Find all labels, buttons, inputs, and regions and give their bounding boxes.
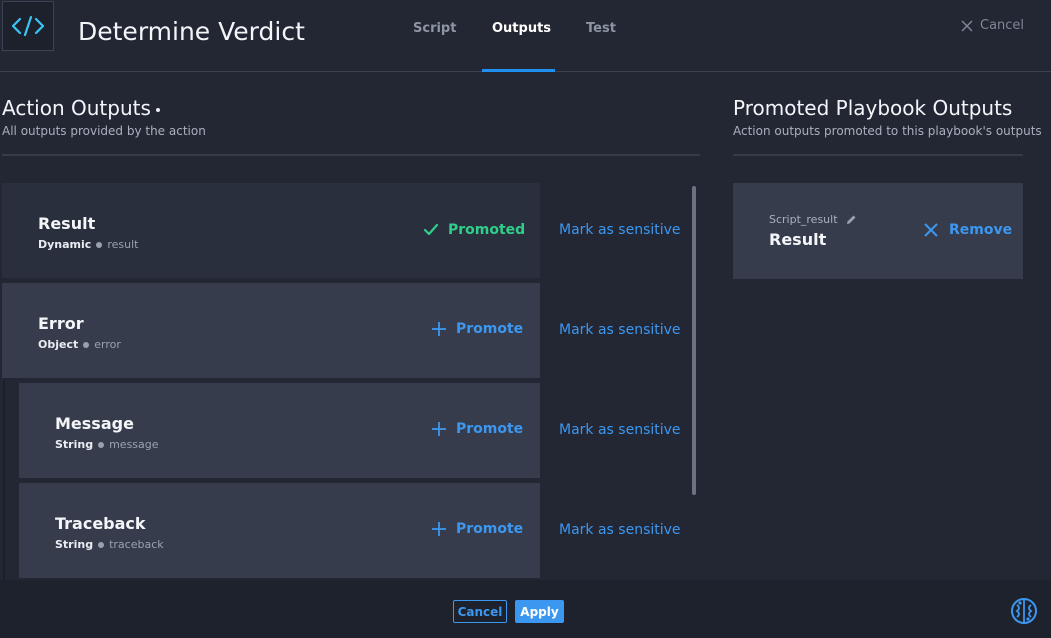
promote-label: Promote <box>456 421 524 437</box>
mark-sensitive-link-traceback[interactable]: Mark as sensitive <box>559 522 681 538</box>
remove-label: Remove <box>949 222 1013 238</box>
promoted-outputs-title: Promoted Playbook Outputs <box>733 96 1013 120</box>
promoted-alias-text: Script_result <box>769 213 838 226</box>
promoted-alias[interactable]: Script_result <box>769 213 857 226</box>
mark-sensitive-link-message[interactable]: Mark as sensitive <box>559 422 681 438</box>
output-name: Traceback <box>55 514 146 533</box>
dot-icon <box>98 441 105 448</box>
output-key: message <box>109 438 159 451</box>
tree-connector <box>3 381 5 581</box>
brain-icon[interactable] <box>1009 596 1039 626</box>
footer: Cancel Apply <box>0 580 1051 638</box>
action-outputs-title: Action Outputs <box>2 96 160 120</box>
output-meta: String traceback <box>55 538 164 551</box>
output-meta: String message <box>55 438 159 451</box>
output-row-error: Error Object error Promote <box>2 283 540 378</box>
output-type: String <box>55 438 94 451</box>
tab-script[interactable]: Script <box>413 21 456 36</box>
output-key: traceback <box>109 538 164 551</box>
promoted-label: Promoted <box>448 222 526 238</box>
output-name: Result <box>38 214 96 233</box>
x-icon <box>924 223 938 237</box>
dot-icon <box>98 541 105 548</box>
check-icon <box>423 223 439 236</box>
header-cancel-button[interactable]: Cancel <box>961 18 1024 33</box>
output-row-message: Message String message Promote <box>19 383 540 478</box>
right-divider <box>733 154 1023 156</box>
promoted-output-card: Script_result Result Remove <box>733 183 1023 279</box>
cancel-button[interactable]: Cancel <box>453 600 507 623</box>
promoted-status: Promoted <box>423 222 525 238</box>
scrollbar[interactable] <box>692 186 696 495</box>
promote-label: Promote <box>456 521 524 537</box>
mark-sensitive-link-result[interactable]: Mark as sensitive <box>559 222 681 238</box>
tab-test[interactable]: Test <box>586 21 616 36</box>
output-type: Dynamic <box>38 238 92 251</box>
action-outputs-title-text: Action Outputs <box>2 96 151 120</box>
tab-outputs[interactable]: Outputs <box>492 21 551 36</box>
code-icon <box>2 1 54 51</box>
page-title: Determine Verdict <box>78 17 305 46</box>
dot-icon <box>96 241 103 248</box>
dot-icon <box>155 107 160 112</box>
dot-icon <box>83 341 90 348</box>
close-icon <box>961 19 973 32</box>
header: Determine Verdict Script Outputs Test Ca… <box>0 0 1051 72</box>
pencil-icon[interactable] <box>845 214 857 226</box>
left-divider <box>2 154 700 156</box>
promote-button-traceback[interactable]: Promote <box>431 521 523 537</box>
output-type: String <box>55 538 94 551</box>
output-type: Object <box>38 338 79 351</box>
promote-button-error[interactable]: Promote <box>431 321 523 337</box>
plus-icon <box>432 522 446 536</box>
remove-button[interactable]: Remove <box>923 222 1012 238</box>
output-row-result: Result Dynamic result Promoted <box>2 183 540 278</box>
output-row-traceback: Traceback String traceback Promote <box>19 483 540 578</box>
active-tab-indicator <box>482 69 555 72</box>
header-cancel-label: Cancel <box>980 18 1025 33</box>
mark-sensitive-link-error[interactable]: Mark as sensitive <box>559 322 681 338</box>
plus-icon <box>432 422 446 436</box>
output-name: Error <box>38 314 84 333</box>
promote-label: Promote <box>456 321 524 337</box>
action-outputs-subtitle: All outputs provided by the action <box>2 124 206 138</box>
output-key: error <box>94 338 121 351</box>
output-key: result <box>107 238 139 251</box>
output-meta: Dynamic result <box>38 238 138 251</box>
promoted-outputs-subtitle: Action outputs promoted to this playbook… <box>733 124 1042 138</box>
output-meta: Object error <box>38 338 121 351</box>
output-name: Message <box>55 414 134 433</box>
plus-icon <box>432 322 446 336</box>
apply-button[interactable]: Apply <box>515 600 564 623</box>
promote-button-message[interactable]: Promote <box>431 421 523 437</box>
promoted-output-name: Result <box>769 230 827 249</box>
